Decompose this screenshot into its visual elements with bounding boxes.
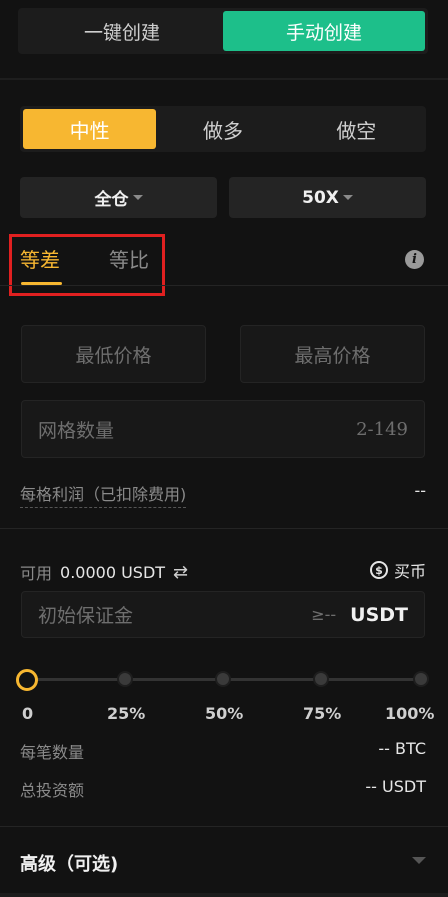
available-label: 可用 xyxy=(20,564,53,583)
slider-label-0: 0 xyxy=(22,704,34,723)
grid-count-input[interactable]: 网格数量 2-149 xyxy=(21,400,425,458)
slider-tick-25[interactable] xyxy=(117,671,133,687)
slider-tick-75[interactable] xyxy=(313,671,329,687)
create-mode-toggle: 一键创建 手动创建 xyxy=(18,8,428,54)
available-value: 0.0000 USDT xyxy=(60,562,166,582)
tabs-divider xyxy=(0,285,448,286)
long-button[interactable]: 做多 xyxy=(156,109,289,149)
transfer-icon[interactable]: ⇄ xyxy=(173,562,188,583)
advanced-section-toggle[interactable]: 高级（可选) xyxy=(0,838,448,884)
total-investment-value: -- USDT xyxy=(365,777,426,796)
profit-per-grid-label: 每格利润（已扣除费用) xyxy=(20,481,187,508)
advanced-label: 高级（可选) xyxy=(20,854,119,875)
high-price-placeholder: 最高价格 xyxy=(294,344,371,367)
one-click-create-button[interactable]: 一键创建 xyxy=(21,11,223,51)
margin-mode-dropdown[interactable]: 全仓 xyxy=(20,177,217,218)
chevron-down-icon xyxy=(412,857,426,864)
grid-count-placeholder: 网格数量 xyxy=(38,419,115,442)
direction-toggle: 中性 做多 做空 xyxy=(20,106,426,152)
profit-per-grid-value: -- xyxy=(414,481,426,500)
caret-down-icon xyxy=(342,195,353,200)
short-button[interactable]: 做空 xyxy=(290,109,423,149)
per-order-qty-value: -- BTC xyxy=(378,739,426,758)
initial-margin-input[interactable]: 初始保证金 ≥-- USDT xyxy=(21,591,425,638)
margin-mode-value: 全仓 xyxy=(94,190,129,210)
manual-create-button[interactable]: 手动创建 xyxy=(223,11,425,51)
slider-tick-100[interactable] xyxy=(413,671,429,687)
leverage-value: 50X xyxy=(302,187,339,208)
total-investment-label: 总投资额 xyxy=(20,781,85,800)
low-price-placeholder: 最低价格 xyxy=(75,344,152,367)
section-divider xyxy=(0,78,448,80)
section-divider xyxy=(0,528,448,529)
neutral-button[interactable]: 中性 xyxy=(23,109,157,149)
slider-tick-50[interactable] xyxy=(215,671,231,687)
high-price-input[interactable]: 最高价格 xyxy=(240,325,425,383)
buy-coin-button[interactable]: $ 买币 xyxy=(369,558,426,582)
buy-coin-label: 买币 xyxy=(393,562,426,581)
slider-label-75: 75% xyxy=(303,704,342,723)
initial-margin-min: ≥-- xyxy=(311,605,337,624)
initial-margin-placeholder: 初始保证金 xyxy=(38,605,134,627)
highlight-box xyxy=(9,234,165,296)
grid-count-range: 2-149 xyxy=(356,418,408,440)
low-price-input[interactable]: 最低价格 xyxy=(21,325,206,383)
available-row: 可用 0.0000 USDT ⇄ xyxy=(20,560,188,584)
leverage-dropdown[interactable]: 50X xyxy=(229,177,426,218)
info-icon[interactable]: i xyxy=(405,250,424,269)
initial-margin-unit: USDT xyxy=(350,603,408,626)
slider-label-50: 50% xyxy=(205,704,244,723)
caret-down-icon xyxy=(132,195,143,200)
bottom-edge xyxy=(0,893,448,897)
slider-handle[interactable] xyxy=(16,669,38,691)
slider-label-25: 25% xyxy=(107,704,146,723)
section-divider xyxy=(0,826,448,827)
slider-label-100: 100% xyxy=(385,704,435,723)
dollar-circle-icon: $ xyxy=(369,561,388,579)
per-order-qty-label: 每笔数量 xyxy=(20,743,85,762)
